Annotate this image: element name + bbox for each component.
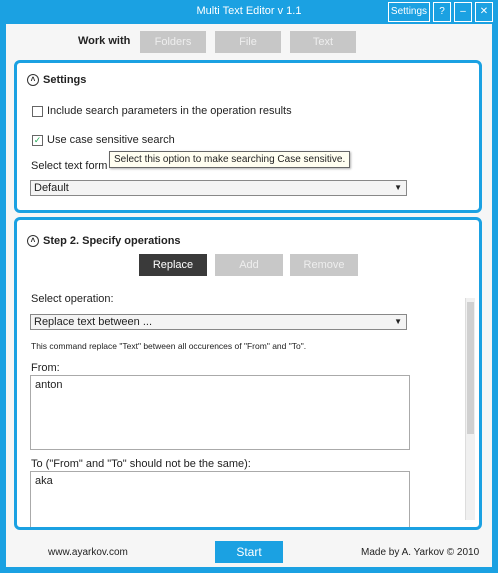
operations-panel: ˄ Step 2. Specify operations Replace Add … [14,217,482,530]
case-sensitive-checkbox[interactable]: ✓ [32,135,43,146]
folders-button[interactable]: Folders [140,31,206,53]
settings-title: Settings [43,74,87,86]
minimize-button[interactable]: – [454,2,472,22]
title-bar: Multi Text Editor v 1.1 Settings ? – ✕ [0,0,498,24]
include-params-label: Include search parameters in the operati… [47,105,292,117]
text-format-select[interactable]: Default ▼ [30,180,407,196]
operations-header[interactable]: ˄ Step 2. Specify operations [27,235,181,248]
include-params-checkbox[interactable] [32,106,43,117]
dropdown-arrow-icon: ▼ [394,317,402,326]
chevron-up-icon[interactable]: ˄ [27,74,39,87]
settings-header[interactable]: ˄ Settings [27,74,87,87]
to-textarea[interactable]: aka [30,471,410,527]
dropdown-arrow-icon: ▼ [394,183,402,192]
scrollbar-thumb[interactable] [467,302,474,434]
from-label: From: [31,362,60,374]
operation-select[interactable]: Replace text between ... ▼ [30,314,407,330]
client-area: Work with Folders File Text ˄ Settings In… [6,24,492,567]
case-sensitive-label: Use case sensitive search [47,134,175,146]
select-operation-label: Select operation: [31,293,114,305]
settings-panel: ˄ Settings Include search parameters in t… [14,60,482,213]
website-link[interactable]: www.ayarkov.com [48,547,128,558]
text-button[interactable]: Text [290,31,356,53]
operations-title: Step 2. Specify operations [43,235,181,247]
close-button[interactable]: ✕ [475,2,493,22]
credit-text: Made by A. Yarkov © 2010 [361,547,480,558]
operation-value: Replace text between ... [34,316,153,328]
app-window: Multi Text Editor v 1.1 Settings ? – ✕ W… [0,0,498,573]
to-label: To ("From" and "To" should not be the sa… [31,458,251,470]
help-button[interactable]: ? [433,2,451,22]
work-with-label: Work with [78,35,131,47]
chevron-up-icon[interactable]: ˄ [27,235,39,248]
operation-description: This command replace "Text" between all … [31,341,307,351]
text-format-label: Select text form [31,160,108,172]
settings-button[interactable]: Settings [388,2,430,22]
from-textarea[interactable]: anton [30,375,410,450]
vertical-scrollbar[interactable] [465,298,475,520]
file-button[interactable]: File [215,31,281,53]
replace-button[interactable]: Replace [139,254,207,276]
text-format-value: Default [34,182,69,194]
add-button[interactable]: Add [215,254,283,276]
start-button[interactable]: Start [215,541,283,563]
remove-button[interactable]: Remove [290,254,358,276]
case-tooltip: Select this option to make searching Cas… [109,151,351,168]
